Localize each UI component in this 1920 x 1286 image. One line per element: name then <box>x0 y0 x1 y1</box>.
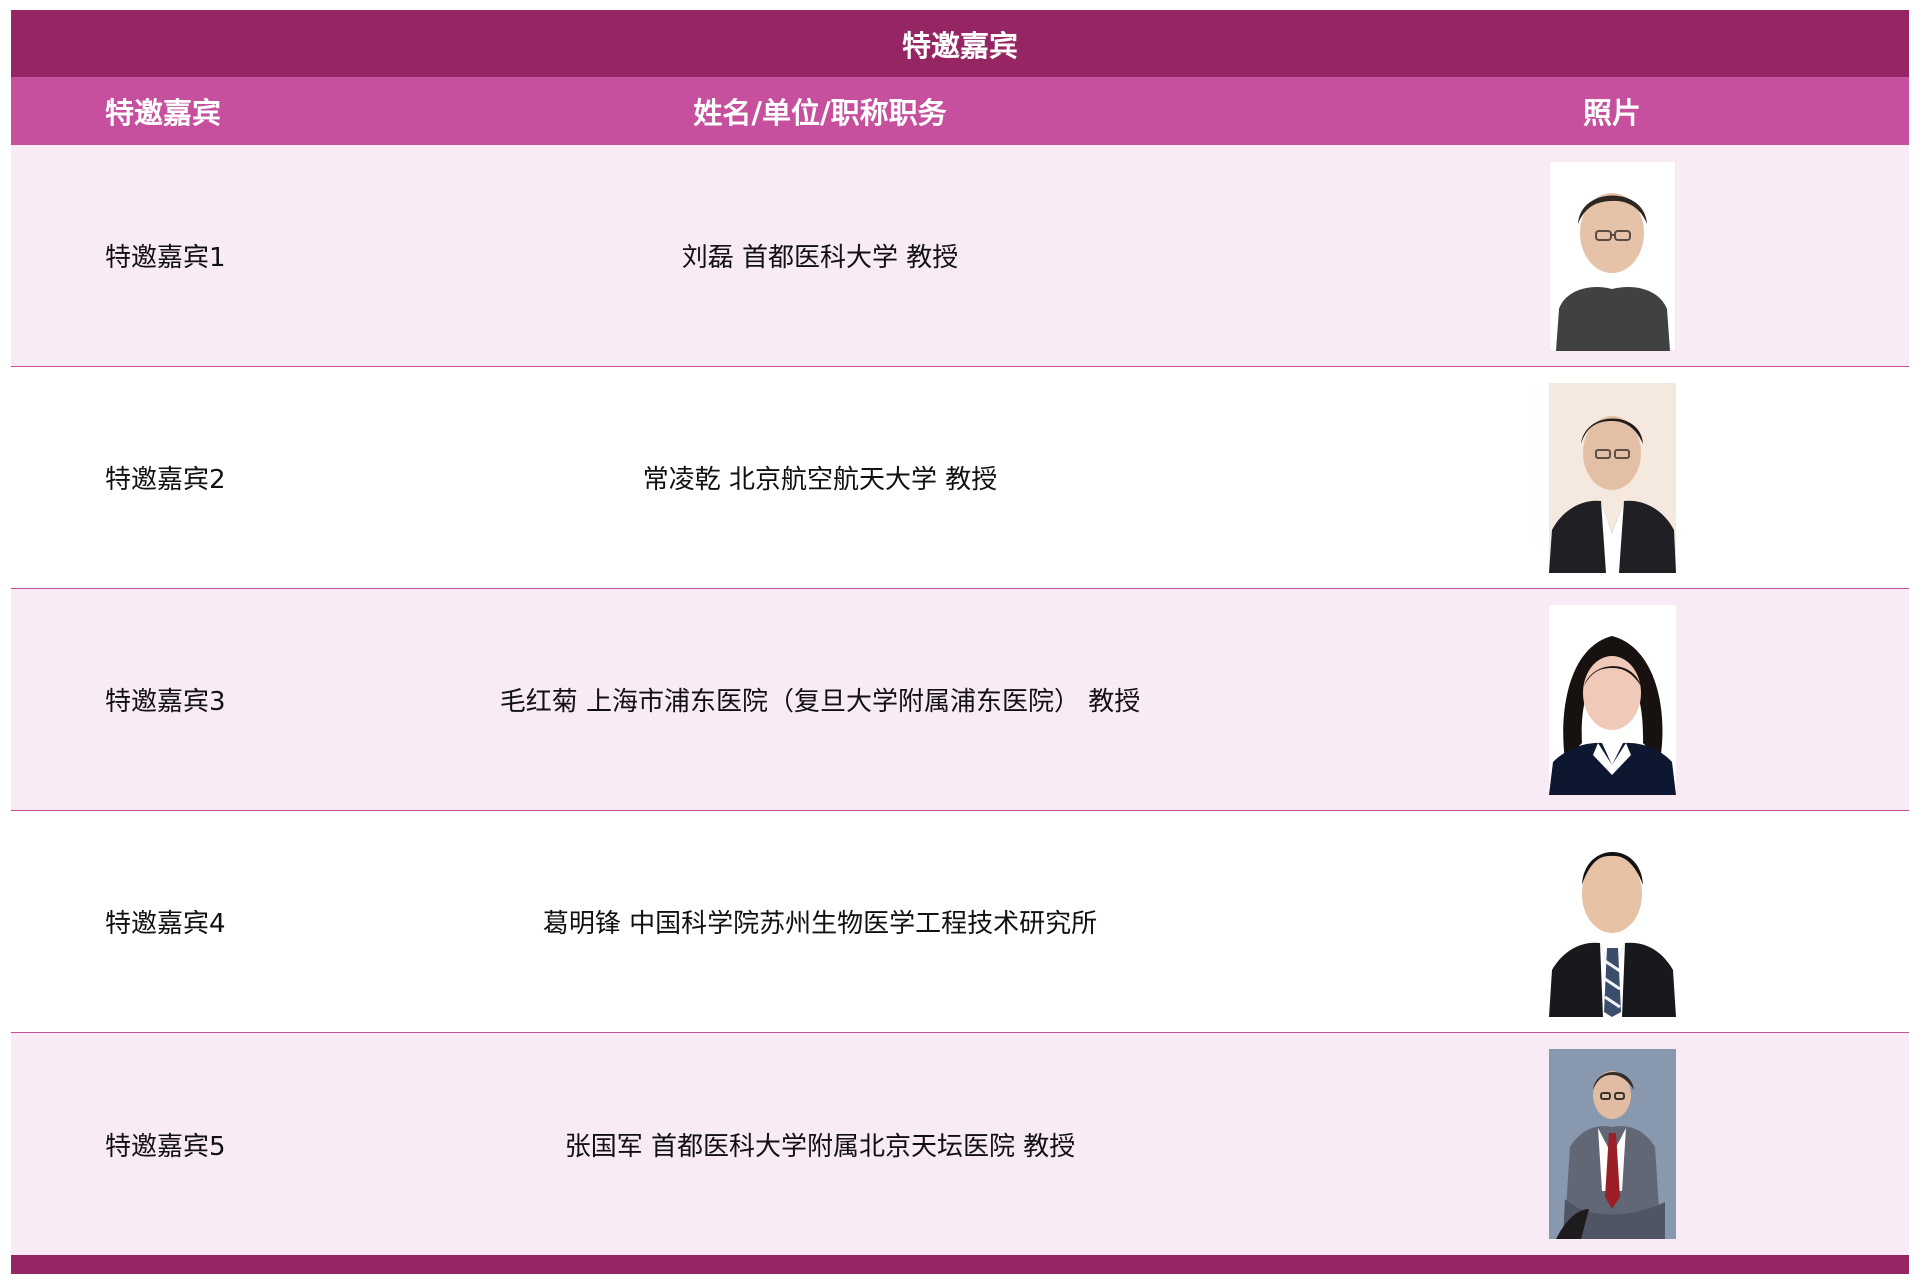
guest-photo-cell <box>1315 826 1909 1017</box>
table-header-row: 特邀嘉宾 姓名/单位/职称职务 照片 <box>11 77 1909 145</box>
person-photo-icon <box>1548 604 1676 795</box>
table-bottom-bar <box>11 1255 1909 1274</box>
guest-role: 特邀嘉宾3 <box>105 687 226 717</box>
header-photo: 照片 <box>1582 96 1641 130</box>
guest-row-2: 特邀嘉宾2 常凌乾 北京航空航天大学 教授 <box>11 367 1909 589</box>
guest-info: 毛红菊 上海市浦东医院（复旦大学附属浦东医院） 教授 <box>499 687 1141 717</box>
person-photo-icon <box>1548 826 1676 1017</box>
guest-info: 葛明锋 中国科学院苏州生物医学工程技术研究所 <box>542 909 1098 939</box>
guest-info: 张国军 首都医科大学附属北京天坛医院 教授 <box>564 1131 1076 1162</box>
guest-photo-cell <box>1315 1049 1909 1239</box>
person-photo-icon <box>1548 1049 1676 1239</box>
person-photo-icon <box>1548 382 1676 573</box>
guest-row-4: 特邀嘉宾4 葛明锋 中国科学院苏州生物医学工程技术研究所 <box>11 811 1909 1033</box>
guest-row-3: 特邀嘉宾3 毛红菊 上海市浦东医院（复旦大学附属浦东医院） 教授 <box>11 589 1909 811</box>
guest-role: 特邀嘉宾2 <box>105 465 226 495</box>
person-photo-icon <box>1548 160 1676 351</box>
guest-role: 特邀嘉宾4 <box>105 909 226 939</box>
table-title: 特邀嘉宾 <box>11 10 1909 77</box>
guest-table: 特邀嘉宾 特邀嘉宾 姓名/单位/职称职务 照片 特邀嘉宾1 刘磊 首都医科大学 … <box>11 10 1909 1274</box>
header-role: 特邀嘉宾 <box>105 96 222 130</box>
guest-photo-cell <box>1315 160 1909 351</box>
guest-role: 特邀嘉宾5 <box>105 1131 226 1162</box>
guest-photo-cell <box>1315 382 1909 573</box>
guest-info: 刘磊 首都医科大学 教授 <box>681 243 959 273</box>
guest-info: 常凌乾 北京航空航天大学 教授 <box>642 465 998 495</box>
guest-row-1: 特邀嘉宾1 刘磊 首都医科大学 教授 <box>11 145 1909 367</box>
guest-row-5: 特邀嘉宾5 张国军 首都医科大学附属北京天坛医院 教授 <box>11 1033 1909 1255</box>
guest-photo-cell <box>1315 604 1909 795</box>
guest-role: 特邀嘉宾1 <box>105 243 226 273</box>
header-name-unit-title: 姓名/单位/职称职务 <box>693 96 947 130</box>
